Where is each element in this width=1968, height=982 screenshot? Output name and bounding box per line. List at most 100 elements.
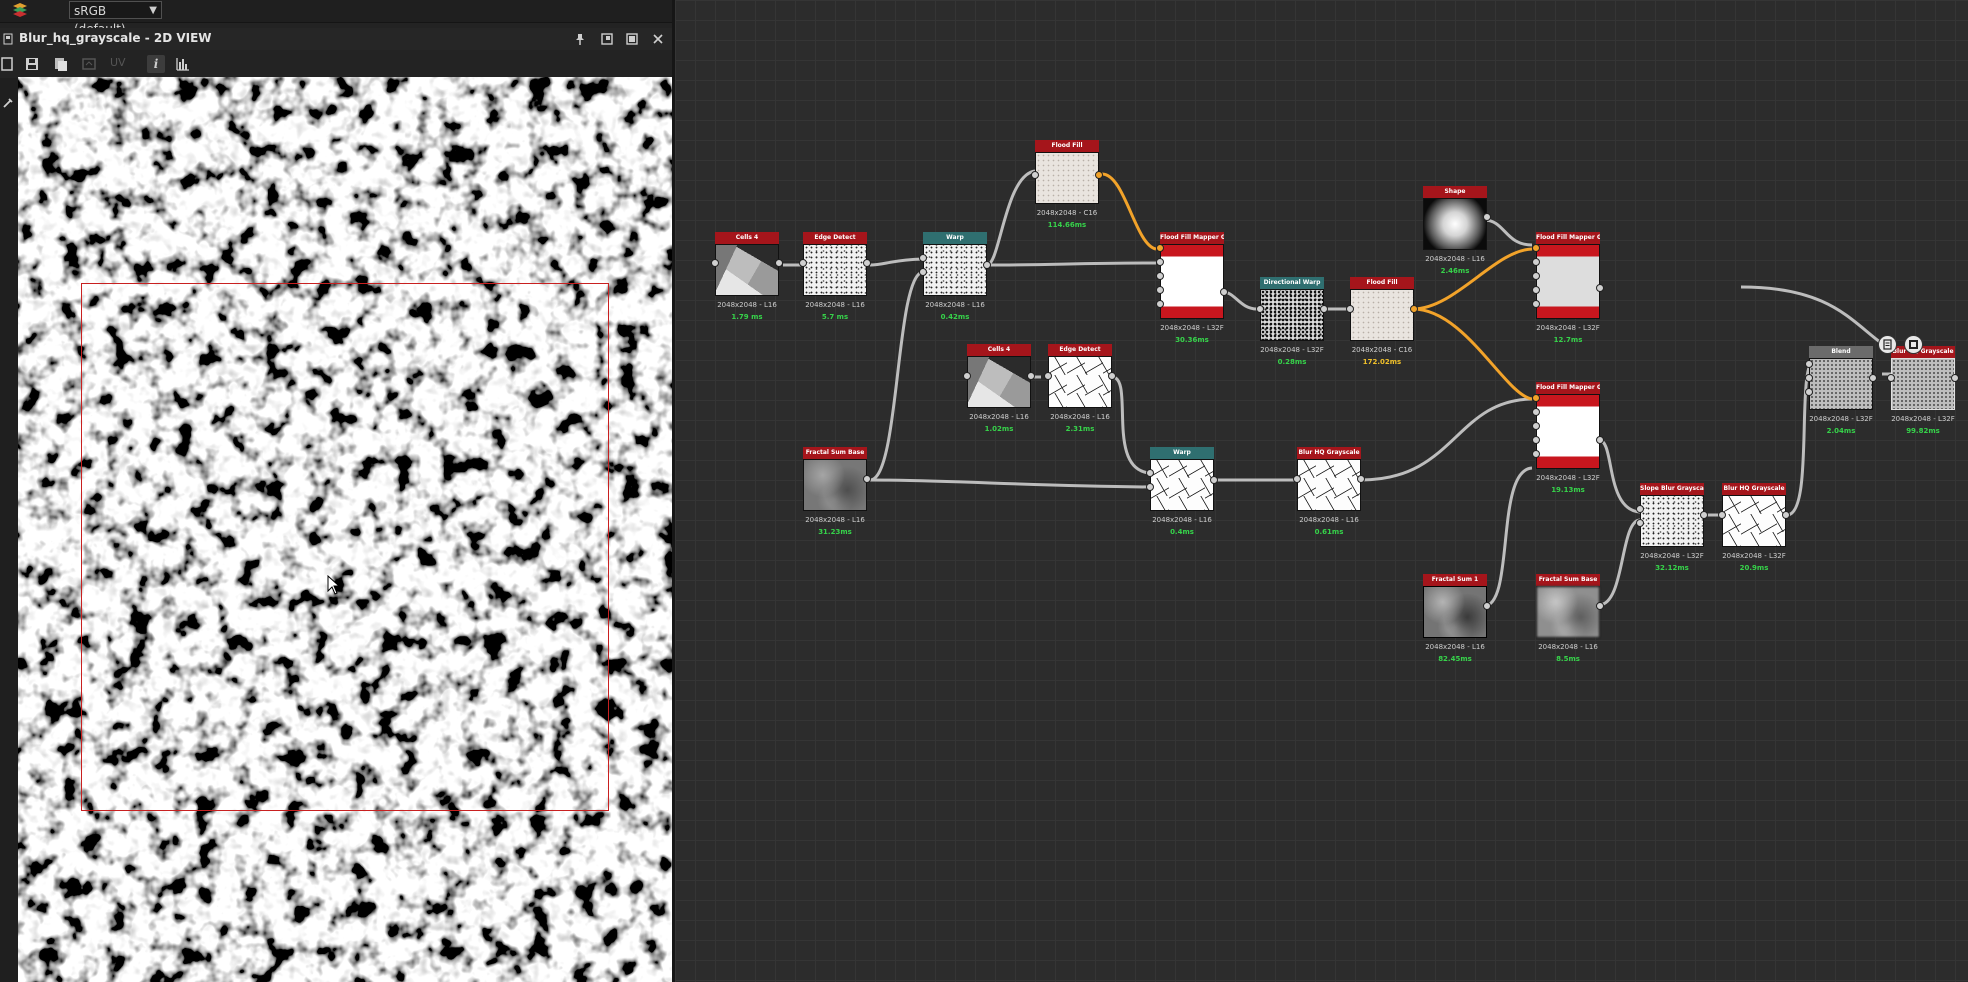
float-window-icon[interactable]: [600, 32, 614, 46]
info-icon[interactable]: i: [147, 55, 165, 73]
input-pin[interactable]: [1031, 171, 1039, 179]
output-pin[interactable]: [1108, 372, 1116, 380]
output-pin[interactable]: [1782, 511, 1790, 519]
node-flood-fill-mapper-2[interactable]: Flood Fill Mapper Grays... 2048x2048 - L…: [1532, 232, 1604, 344]
settings-disabled-icon[interactable]: [80, 55, 98, 73]
input-pin[interactable]: [1346, 305, 1354, 313]
maximize-icon[interactable]: [625, 32, 639, 46]
output-pin[interactable]: [1320, 305, 1328, 313]
colorspace-dropdown[interactable]: sRGB (default) ▼: [69, 1, 162, 36]
pin-icon[interactable]: [573, 32, 587, 46]
node-flood-fill[interactable]: Flood Fill 2048x2048 - C16 114.66ms: [1031, 140, 1103, 229]
node-flood-fill-mapper[interactable]: Flood Fill Mapper Grays... 2048x2048 - L…: [1156, 232, 1228, 344]
texture-viewport[interactable]: [18, 77, 672, 982]
wire: [869, 257, 924, 267]
eyedropper-icon[interactable]: [1, 96, 15, 110]
output-pin[interactable]: [1869, 374, 1877, 382]
node-graph-canvas[interactable]: Cells 4 2048x2048 - L16 1.79 ms Edge Det…: [675, 0, 1968, 982]
node-time: 114.66ms: [1047, 221, 1087, 229]
node-flood-fill-mapper-3[interactable]: Flood Fill Mapper Grays... 2048x2048 - L…: [1532, 382, 1604, 494]
node-edge-detect[interactable]: Edge Detect 2048x2048 - L16 5.7 ms: [799, 232, 871, 321]
node-blend[interactable]: Blend 2048x2048 - L32F 2.04ms: [1805, 346, 1877, 435]
input-pin[interactable]: [1156, 244, 1164, 252]
output-pin[interactable]: [1596, 602, 1604, 610]
input-pin[interactable]: [1256, 305, 1264, 313]
node-thumbnail: [1423, 198, 1487, 250]
input-pin[interactable]: [1532, 450, 1540, 458]
input-pin[interactable]: [1532, 408, 1540, 416]
node-document-icon[interactable]: [1878, 335, 1897, 354]
input-pin[interactable]: [711, 259, 719, 267]
node-blur-hq-grayscale[interactable]: Blur HQ Grayscale 2048x2048 - L16 0.61ms: [1293, 447, 1365, 536]
output-pin[interactable]: [1357, 475, 1365, 483]
output-pin[interactable]: [863, 259, 871, 267]
node-shape[interactable]: Shape 2048x2048 - L16 2.46ms: [1423, 186, 1491, 275]
node-edge-detect-b[interactable]: Edge Detect 2048x2048 - L16 2.31ms: [1044, 344, 1116, 433]
input-pin[interactable]: [1156, 272, 1164, 280]
output-pin[interactable]: [983, 261, 991, 269]
node-warp-b[interactable]: Warp 2048x2048 - L16 0.4ms: [1146, 447, 1218, 536]
node-view-icon[interactable]: [1904, 335, 1923, 354]
node-directional-warp[interactable]: Directional Warp 2048x2048 - L32F 0.28ms: [1256, 277, 1328, 366]
node-flood-fill-2[interactable]: Flood Fill 2048x2048 - C16 172.02ms: [1346, 277, 1418, 366]
input-pin[interactable]: [799, 259, 807, 267]
input-pin[interactable]: [1636, 519, 1644, 527]
node-blur-hq-grayscale-2[interactable]: Blur HQ Grayscale 2048x2048 - L32F 20.9m…: [1718, 483, 1790, 572]
output-pin[interactable]: [1483, 602, 1491, 610]
output-pin[interactable]: [1951, 374, 1959, 382]
node-cells-4-b[interactable]: Cells 4 2048x2048 - L16 1.02ms: [963, 344, 1035, 433]
export-icon[interactable]: [0, 55, 18, 73]
mouse-cursor-icon: [327, 575, 341, 595]
input-pin[interactable]: [1532, 300, 1540, 308]
input-pin[interactable]: [1532, 286, 1540, 294]
input-pin[interactable]: [963, 372, 971, 380]
node-format: 2048x2048 - C16: [1351, 346, 1413, 354]
input-pin[interactable]: [1805, 374, 1813, 382]
input-pin[interactable]: [919, 268, 927, 276]
input-pin[interactable]: [919, 254, 927, 262]
output-pin[interactable]: [1700, 511, 1708, 519]
node-fractal-sum-base[interactable]: Fractal Sum Base 2048x2048 - L16 31.23ms: [803, 447, 871, 536]
layers-icon[interactable]: [10, 2, 30, 18]
input-pin[interactable]: [1532, 436, 1540, 444]
input-pin[interactable]: [1146, 469, 1154, 477]
node-blur-hq-grayscale-output[interactable]: Blur HQ Grayscale 2048x2048 - L32F 99.82…: [1887, 346, 1959, 435]
input-pin[interactable]: [1887, 374, 1895, 382]
input-pin[interactable]: [1805, 388, 1813, 396]
output-pin[interactable]: [1410, 305, 1418, 313]
output-pin[interactable]: [1220, 288, 1228, 296]
input-pin[interactable]: [1636, 505, 1644, 513]
input-pin[interactable]: [1532, 244, 1540, 252]
output-pin[interactable]: [1210, 476, 1218, 484]
close-icon[interactable]: [651, 32, 665, 46]
node-fractal-sum-1[interactable]: Fractal Sum 1 2048x2048 - L16 82.45ms: [1423, 574, 1491, 663]
input-pin[interactable]: [1293, 475, 1301, 483]
input-pin[interactable]: [1805, 360, 1813, 368]
input-pin[interactable]: [1532, 394, 1540, 402]
input-pin[interactable]: [1718, 511, 1726, 519]
output-pin[interactable]: [863, 475, 871, 483]
input-pin[interactable]: [1156, 286, 1164, 294]
node-cells-4[interactable]: Cells 4 2048x2048 - L16 1.79 ms: [711, 232, 783, 321]
output-pin[interactable]: [775, 259, 783, 267]
output-pin[interactable]: [1027, 372, 1035, 380]
output-pin[interactable]: [1596, 284, 1604, 292]
input-pin[interactable]: [1156, 300, 1164, 308]
input-pin[interactable]: [1532, 422, 1540, 430]
input-pin[interactable]: [1532, 272, 1540, 280]
input-pin[interactable]: [1532, 258, 1540, 266]
copy-icon[interactable]: [52, 55, 70, 73]
save-icon[interactable]: [23, 55, 41, 73]
uv-toggle[interactable]: UV: [110, 56, 126, 69]
output-pin[interactable]: [1483, 213, 1491, 221]
output-pin[interactable]: [1596, 436, 1604, 444]
input-pin[interactable]: [1146, 483, 1154, 491]
input-pin[interactable]: [1044, 372, 1052, 380]
node-warp[interactable]: Warp 2048x2048 - L16 0.42ms: [919, 232, 991, 321]
output-pin[interactable]: [1095, 171, 1103, 179]
node-fractal-sum-base-2[interactable]: Fractal Sum Base 2048x2048 - L16 8.5ms: [1536, 574, 1604, 663]
histogram-icon[interactable]: [174, 55, 192, 73]
node-slope-blur-grayscale[interactable]: Slope Blur Grayscale 2048x2048 - L32F 32…: [1636, 483, 1708, 572]
input-pin[interactable]: [1156, 258, 1164, 266]
node-format: 2048x2048 - C16: [1036, 209, 1098, 217]
